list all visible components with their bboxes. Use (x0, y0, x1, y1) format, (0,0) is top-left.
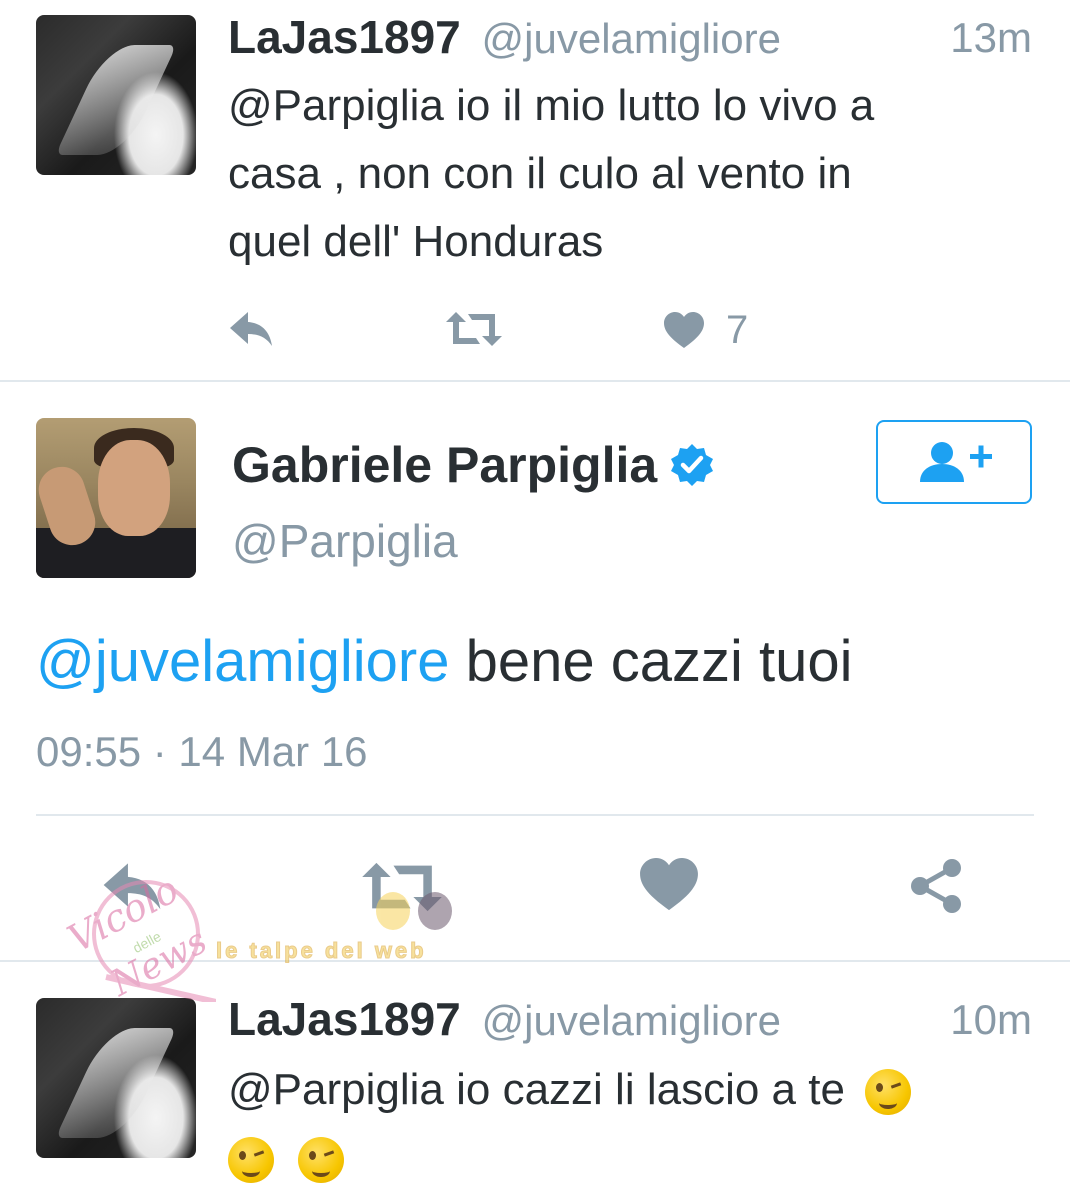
tweet-time: 10m (950, 996, 1032, 1043)
avatar[interactable] (36, 15, 196, 175)
mention-link[interactable]: @juvelamigliore (36, 629, 449, 694)
share-icon (911, 859, 961, 913)
verified-badge-icon (671, 444, 714, 486)
winking-face-emoji (298, 1137, 345, 1184)
tweet-text: @juvelamigliore bene cazzi tuoi (36, 628, 853, 695)
like-count: 7 (726, 308, 749, 352)
handle[interactable]: @Parpiglia (232, 514, 458, 568)
divider (36, 814, 1034, 816)
tweet-text-line: casa , non con il culo al vento in (228, 149, 852, 198)
avatar[interactable] (36, 998, 196, 1158)
avatar[interactable] (36, 418, 196, 578)
timestamp[interactable]: 09:55 · 14 Mar 16 (36, 728, 368, 776)
like-button[interactable] (640, 858, 698, 913)
tweet-body: bene cazzi tuoi (449, 629, 853, 694)
follow-icon (920, 442, 992, 482)
tweet-text: @Parpiglia io il mio lutto lo vivo a cas… (228, 72, 1048, 276)
divider (0, 380, 1070, 382)
reply-icon (230, 312, 272, 346)
winking-face-emoji (865, 1069, 912, 1116)
watermark-logo: Vicolo delle News (46, 867, 217, 1005)
share-button[interactable] (906, 856, 966, 916)
retweet-icon (446, 312, 502, 346)
like-button[interactable]: 7 (664, 308, 748, 353)
tweet-text-line: quel dell' Honduras (228, 217, 604, 266)
handle[interactable]: @juvelamigliore (482, 997, 781, 1044)
heart-icon (640, 858, 698, 911)
reply-button[interactable] (228, 308, 274, 348)
handle[interactable]: @juvelamigliore (482, 15, 781, 62)
winking-face-emoji (228, 1137, 274, 1184)
display-name[interactable]: LaJas1897 (228, 993, 461, 1045)
watermark-character-icon (366, 886, 462, 940)
tweet-text-line: @Parpiglia io il mio lutto lo vivo a (228, 81, 875, 130)
watermark-tagline: le talpe del web (216, 938, 427, 964)
tweet-text-line: @Parpiglia io cazzi li lascio a te (228, 1065, 845, 1114)
tweet-time: 13m (950, 14, 1032, 61)
display-name[interactable]: LaJas1897 (228, 11, 461, 63)
follow-button[interactable] (876, 420, 1032, 504)
retweet-button[interactable] (446, 310, 502, 348)
tweet-text: @Parpiglia io cazzi li lascio a te (228, 1056, 1048, 1192)
heart-icon (664, 311, 704, 348)
display-name[interactable]: Gabriele Parpiglia (232, 436, 657, 494)
